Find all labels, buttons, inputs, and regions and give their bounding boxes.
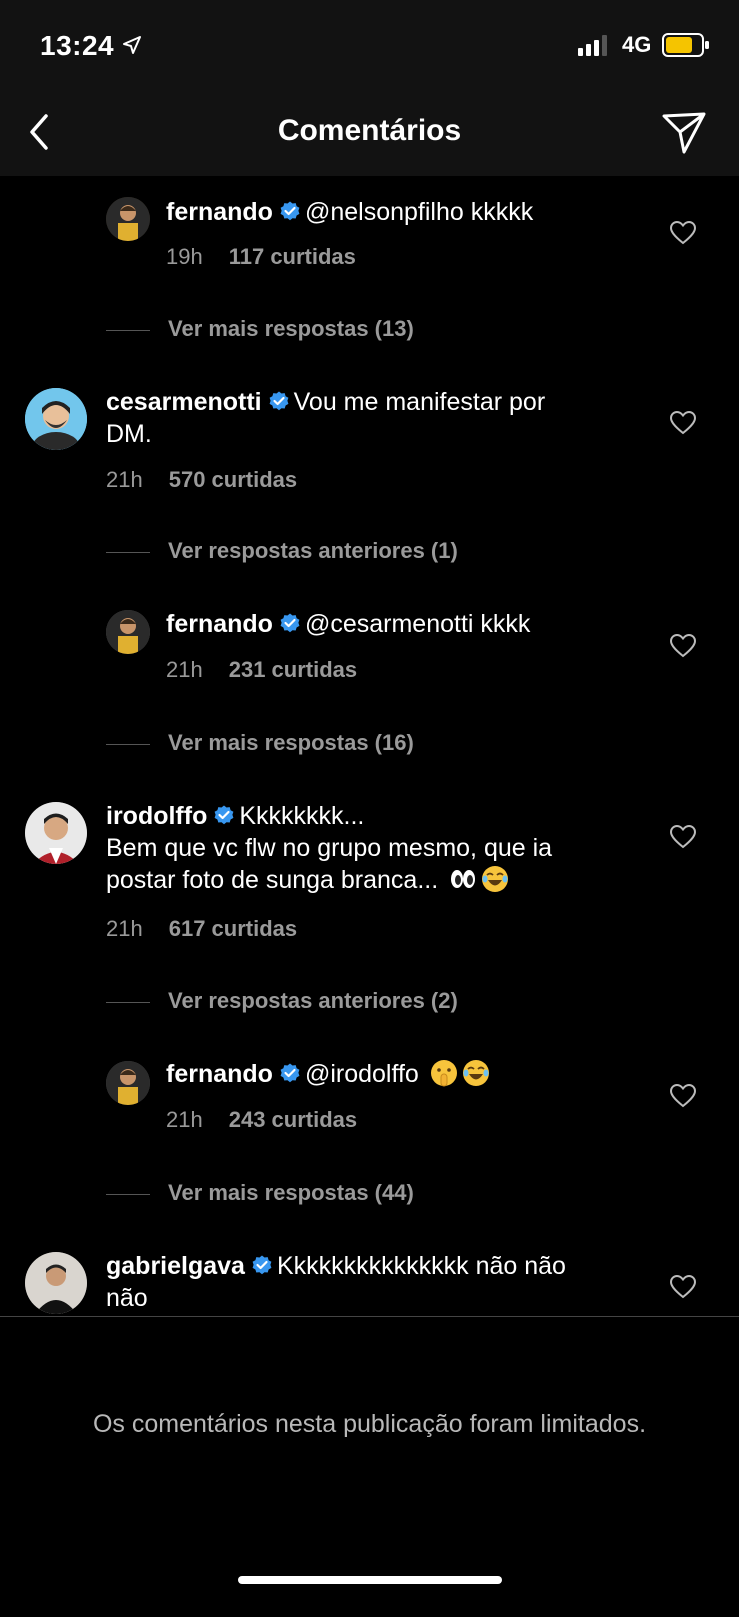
avatar[interactable] — [25, 802, 87, 864]
comments-limited-notice: Os comentários nesta publicação foram li… — [92, 1410, 647, 1438]
send-icon[interactable] — [660, 108, 708, 156]
verified-icon — [279, 612, 301, 634]
comment-body-line: DM. — [106, 420, 152, 448]
comment-meta: 21h 617 curtidas — [106, 916, 297, 942]
comment-username[interactable]: irodolffo — [106, 802, 207, 830]
comment-meta: 19h 117 curtidas — [166, 244, 356, 270]
footer-divider-line — [0, 1316, 739, 1317]
verified-icon — [279, 200, 301, 222]
comment-meta: 21h 243 curtidas — [166, 1107, 357, 1133]
eyes-emoji-icon — [451, 870, 476, 888]
divider-line — [106, 551, 150, 553]
battery-icon — [662, 33, 709, 57]
heart-icon[interactable] — [670, 825, 696, 849]
comment-body: Kkkkkkkk... — [239, 802, 365, 830]
heart-icon[interactable] — [670, 1275, 696, 1299]
comment-body: Vou me manifestar por — [293, 388, 546, 416]
status-bar: 13:24 4G — [0, 0, 739, 90]
avatar[interactable] — [25, 388, 87, 450]
comment-text: fernando @irodolffo — [166, 1058, 646, 1090]
comment-body: @nelsonpfilho kkkkk — [304, 198, 534, 226]
status-time: 13:24 — [40, 30, 115, 61]
comment-likes[interactable]: 570 curtidas — [169, 467, 297, 492]
comment-likes[interactable]: 617 curtidas — [169, 916, 297, 941]
comment-body-line: Bem que vc flw no grupo mesmo, que ia — [106, 834, 553, 862]
comment-likes[interactable]: 117 curtidas — [229, 244, 356, 269]
comment-body-line: não — [106, 1284, 148, 1312]
comment-text: gabrielgava Kkkkkkkkkkkkkkk não não não — [106, 1250, 646, 1314]
comment-meta: 21h 231 curtidas — [166, 657, 357, 683]
avatar[interactable] — [106, 1061, 150, 1105]
verified-icon — [251, 1254, 273, 1276]
comment-username[interactable]: fernando — [166, 610, 273, 638]
comment-text: fernando @nelsonpfilho kkkkk — [166, 196, 646, 228]
view-more-replies[interactable]: Ver mais respostas (13) — [106, 316, 414, 342]
page-title: Comentários — [277, 114, 462, 147]
comment-body: @cesarmenotti kkkk — [304, 610, 531, 638]
comment-text: fernando @cesarmenotti kkkk — [166, 608, 646, 640]
divider-line — [106, 329, 150, 331]
comment-username[interactable]: gabrielgava — [106, 1252, 245, 1280]
comment-likes[interactable]: 231 curtidas — [229, 657, 357, 682]
view-previous-replies[interactable]: Ver respostas anteriores (2) — [106, 988, 458, 1014]
divider-line — [106, 743, 150, 745]
laughing-emoji-icon — [482, 866, 509, 892]
signal-icon — [578, 35, 607, 56]
comment-time: 21h — [166, 1107, 203, 1132]
verified-icon — [279, 1062, 301, 1084]
comment-username[interactable]: cesarmenotti — [106, 388, 262, 416]
avatar[interactable] — [106, 610, 150, 654]
verified-icon — [213, 804, 235, 826]
comment-username[interactable]: fernando — [166, 1060, 273, 1088]
heart-icon[interactable] — [670, 1084, 696, 1108]
comment-meta: 21h 570 curtidas — [106, 467, 297, 493]
view-previous-replies[interactable]: Ver respostas anteriores (1) — [106, 538, 458, 564]
comment-time: 21h — [106, 467, 143, 492]
view-more-replies[interactable]: Ver mais respostas (44) — [106, 1180, 414, 1206]
comment-time: 21h — [106, 916, 143, 941]
view-more-replies[interactable]: Ver mais respostas (16) — [106, 730, 414, 756]
comment-likes[interactable]: 243 curtidas — [229, 1107, 357, 1132]
heart-icon[interactable] — [670, 221, 696, 245]
comment-text: cesarmenotti Vou me manifestar por DM. — [106, 386, 646, 450]
comment-username[interactable]: fernando — [166, 198, 273, 226]
avatar[interactable] — [106, 197, 150, 241]
comment-body: @irodolffo — [304, 1060, 419, 1088]
shushing-emoji-icon — [430, 1060, 457, 1087]
divider-line — [106, 1193, 150, 1195]
comment-body: Kkkkkkkkkkkkkkk não não — [276, 1252, 566, 1280]
comment-text: irodolffo Kkkkkkkk... Bem que vc flw no g… — [106, 800, 646, 896]
heart-icon[interactable] — [670, 411, 696, 435]
laughing-emoji-icon — [462, 1060, 489, 1086]
comment-body-line: postar foto de sunga branca... — [106, 866, 439, 894]
heart-icon[interactable] — [670, 634, 696, 658]
home-indicator[interactable] — [238, 1576, 502, 1584]
divider-line — [106, 1001, 150, 1003]
location-arrow-icon — [123, 36, 141, 54]
comment-time: 21h — [166, 657, 203, 682]
nav-bar: Comentários — [0, 90, 739, 176]
verified-icon — [268, 390, 290, 412]
footer-divider — [0, 1317, 739, 1617]
network-type: 4G — [622, 32, 652, 57]
avatar[interactable] — [25, 1252, 87, 1314]
comment-time: 19h — [166, 244, 203, 269]
